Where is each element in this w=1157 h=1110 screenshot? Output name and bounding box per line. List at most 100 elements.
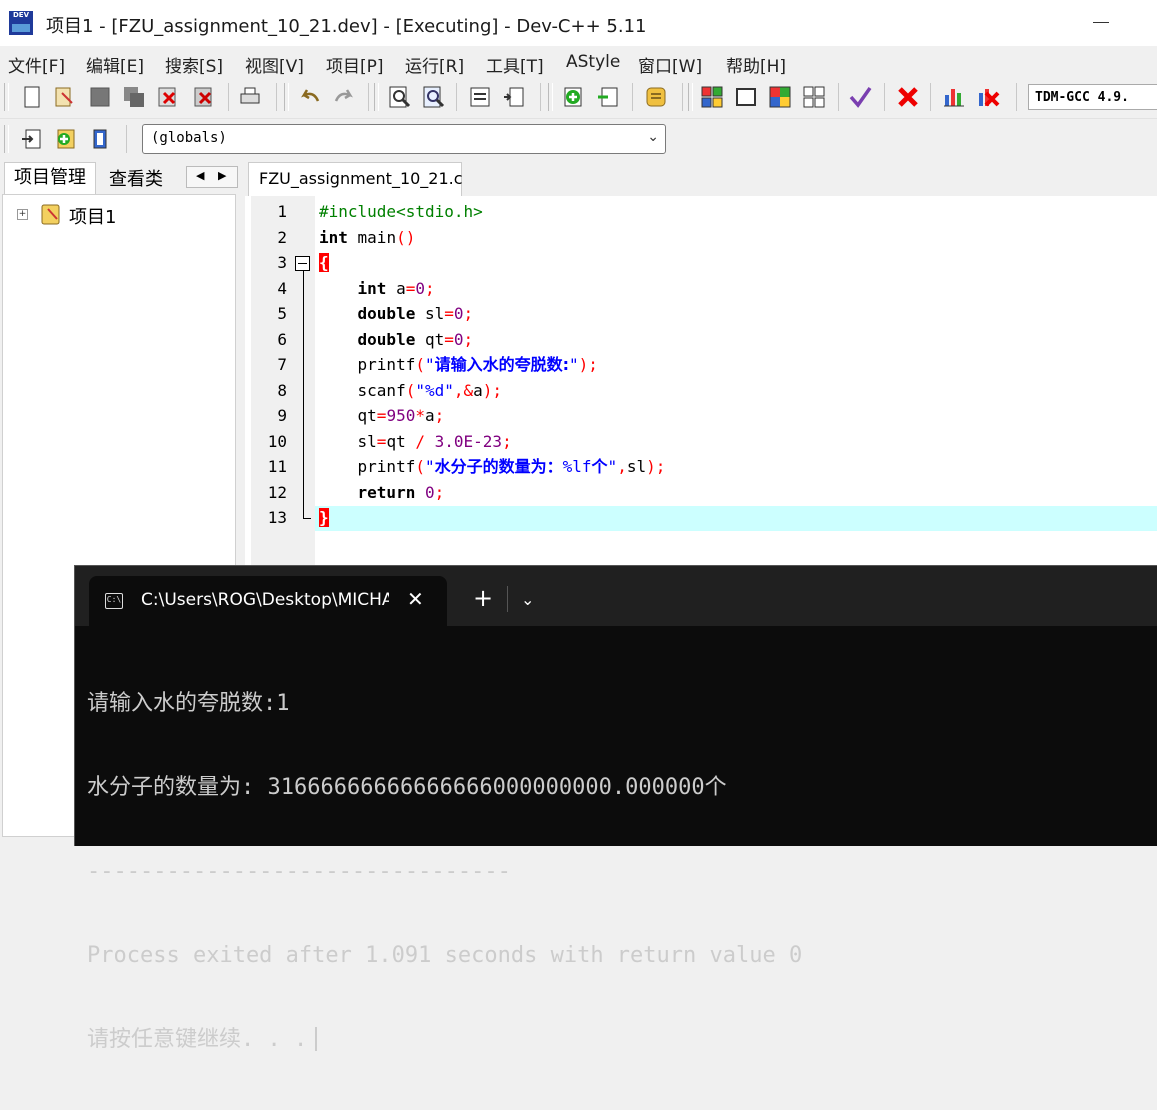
toolbar-grip[interactable] xyxy=(374,83,379,111)
line-number: 3 xyxy=(277,253,287,272)
menu-run[interactable]: 运行[R] xyxy=(405,52,464,77)
toolbar-separator xyxy=(368,83,369,111)
add-to-project-icon[interactable] xyxy=(562,85,586,109)
fold-collapse-icon[interactable] xyxy=(295,256,310,271)
replace-icon[interactable] xyxy=(422,85,446,109)
save-all-icon[interactable] xyxy=(122,85,146,109)
window-title: 项目1 - [FZU_assignment_10_21.dev] - [Exec… xyxy=(46,16,647,37)
run-icon[interactable] xyxy=(734,85,758,109)
toolbar-grip[interactable] xyxy=(688,83,693,111)
indent-icon[interactable] xyxy=(468,85,492,109)
line-number: 2 xyxy=(277,228,287,247)
goto-line-icon[interactable] xyxy=(502,85,526,109)
terminal-tab-bar: C:\ C:\Users\ROG\Desktop\MICHA ✕ + ⌄ xyxy=(75,566,1157,626)
code-line: sl=qt / 3.0E-23; xyxy=(319,432,512,451)
open-project-icon[interactable] xyxy=(52,85,76,109)
new-file-icon[interactable] xyxy=(20,85,44,109)
menu-help[interactable]: 帮助[H] xyxy=(726,52,786,77)
insert-icon[interactable] xyxy=(20,127,44,151)
remove-from-project-icon[interactable] xyxy=(596,85,620,109)
code-line: double qt=0; xyxy=(357,330,474,349)
fold-end xyxy=(303,518,311,519)
title-bar: DEV 项目1 - [FZU_assignment_10_21.dev] - [… xyxy=(0,0,1157,46)
toolbar-separator xyxy=(632,83,633,111)
line-number: 5 xyxy=(277,304,287,323)
text-cursor xyxy=(315,1027,318,1051)
close-tab-icon[interactable]: ✕ xyxy=(407,587,424,611)
find-icon[interactable] xyxy=(388,85,412,109)
compiler-select[interactable]: TDM-GCC 4.9. xyxy=(1028,84,1157,110)
console-icon: C:\ xyxy=(105,593,123,609)
menu-search[interactable]: 搜索[S] xyxy=(165,52,223,77)
stop-execution-icon[interactable] xyxy=(896,85,920,109)
scope-select-value: (globals) xyxy=(151,130,227,146)
redo-icon[interactable] xyxy=(332,85,356,109)
line-number: 10 xyxy=(267,432,287,451)
toolbar-separator xyxy=(126,125,127,153)
print-icon[interactable] xyxy=(238,85,262,109)
undo-icon[interactable] xyxy=(298,85,322,109)
menu-edit[interactable]: 编辑[E] xyxy=(86,52,144,77)
code-line: int a=0; xyxy=(357,279,435,298)
code-line: qt=950*a; xyxy=(319,406,445,425)
toolbar-separator xyxy=(228,83,229,111)
project-options-icon[interactable] xyxy=(644,85,668,109)
compile-icon[interactable] xyxy=(700,85,724,109)
tree-expander-icon[interactable]: + xyxy=(17,209,28,220)
toolbar-separator xyxy=(276,83,277,111)
syntax-check-icon[interactable] xyxy=(848,85,872,109)
delete-profile-icon[interactable] xyxy=(976,85,1000,109)
line-number: 7 xyxy=(277,355,287,374)
terminal-tab[interactable]: C:\ C:\Users\ROG\Desktop\MICHA ✕ xyxy=(89,576,447,626)
close-all-icon[interactable] xyxy=(192,85,216,109)
tab-bar-separator xyxy=(507,586,508,612)
minimize-button[interactable] xyxy=(1093,22,1109,23)
menu-project[interactable]: 项目[P] xyxy=(326,52,384,77)
project-icon xyxy=(41,204,60,225)
menu-window[interactable]: 窗口[W] xyxy=(638,52,702,77)
line-number: 11 xyxy=(267,457,287,476)
toolbar-grip[interactable] xyxy=(4,125,9,153)
chevron-down-icon[interactable]: ⌄ xyxy=(521,590,534,609)
code-line: #include<stdio.h> xyxy=(319,202,483,221)
tab-scroll-buttons: ◀ ▶ xyxy=(186,166,238,188)
new-tab-button[interactable]: + xyxy=(473,586,493,610)
terminal-line: 请输入水的夸脱数:1 xyxy=(87,691,290,716)
chevron-down-icon: ⌄ xyxy=(647,129,659,145)
tree-item-project[interactable]: 项目1 xyxy=(69,203,116,229)
tab-class-browser[interactable]: 查看类 xyxy=(100,166,172,194)
rebuild-all-icon[interactable] xyxy=(802,85,826,109)
toolbar-separator xyxy=(1016,83,1017,111)
editor-tab-file[interactable]: FZU_assignment_10_21.c xyxy=(248,162,463,196)
menu-astyle[interactable]: AStyle xyxy=(566,52,620,72)
code-line: { xyxy=(319,253,329,272)
code-line: printf("请输入水的夸脱数:"); xyxy=(319,355,598,374)
devcpp-app-icon[interactable]: DEV xyxy=(9,11,33,35)
terminal-line: -------------------------------- xyxy=(87,859,511,884)
toolbar-grip[interactable] xyxy=(4,83,9,111)
compile-run-icon[interactable] xyxy=(768,85,792,109)
code-line: int main() xyxy=(319,228,416,247)
tab-project-manager[interactable]: 项目管理 xyxy=(4,162,96,194)
code-line: double sl=0; xyxy=(357,304,474,323)
goto-bookmark-icon[interactable] xyxy=(88,127,112,151)
menu-tools[interactable]: 工具[T] xyxy=(486,52,544,77)
terminal-window[interactable]: C:\ C:\Users\ROG\Desktop\MICHA ✕ + ⌄ 请输入… xyxy=(74,565,1157,1052)
code-line: printf("水分子的数量为：%lf个",sl); xyxy=(319,457,666,476)
scroll-left-icon[interactable]: ◀ xyxy=(196,169,204,182)
toggle-bookmark-icon[interactable] xyxy=(54,127,78,151)
fold-line xyxy=(303,271,304,518)
line-number: 8 xyxy=(277,381,287,400)
scope-select[interactable]: (globals) ⌄ xyxy=(142,124,666,154)
close-file-icon[interactable] xyxy=(156,85,180,109)
toolbar-grip[interactable] xyxy=(548,83,553,111)
save-icon[interactable] xyxy=(88,85,112,109)
scroll-right-icon[interactable]: ▶ xyxy=(218,169,226,182)
toolbar-grip[interactable] xyxy=(284,83,289,111)
code-line: } xyxy=(319,508,329,527)
terminal-line: 水分子的数量为: 31666666666666666000000000.0000… xyxy=(87,775,727,800)
terminal-tab-title: C:\Users\ROG\Desktop\MICHA xyxy=(141,590,389,610)
menu-view[interactable]: 视图[V] xyxy=(245,52,304,77)
menu-file[interactable]: 文件[F] xyxy=(8,52,65,77)
profile-icon[interactable] xyxy=(942,85,966,109)
